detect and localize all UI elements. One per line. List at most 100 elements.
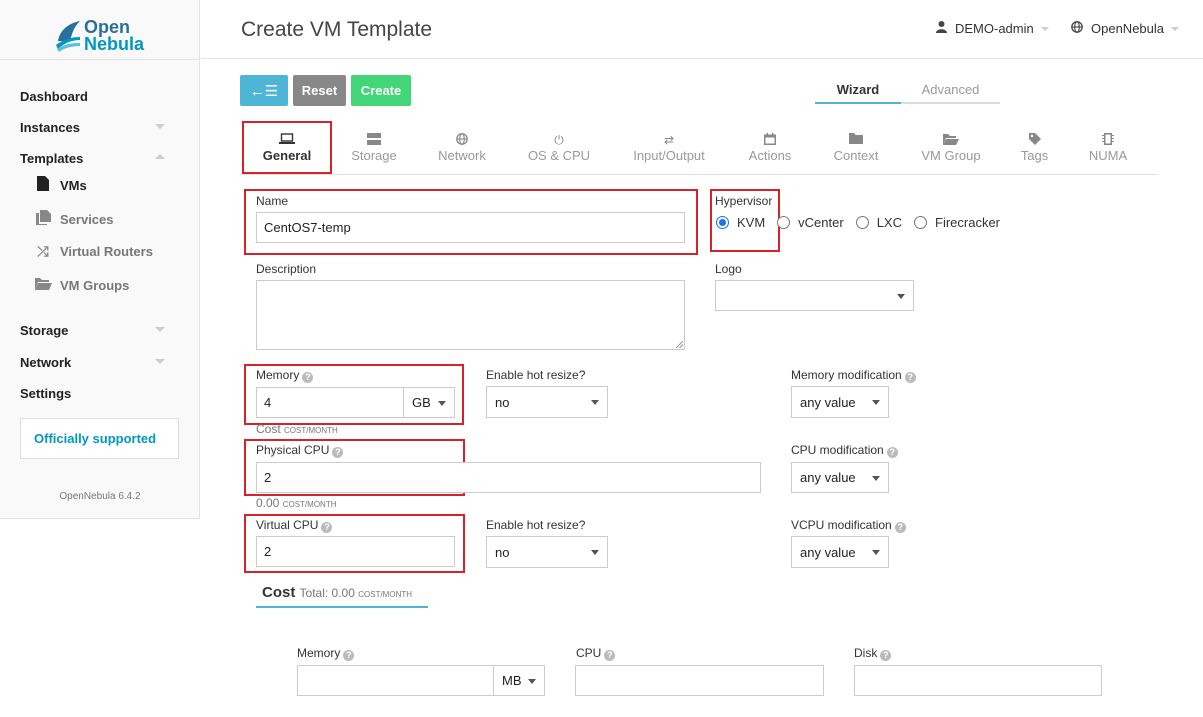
tab-vm-group[interactable]: VM Group (913, 133, 989, 163)
virtual-cpu-input[interactable]: 2 (256, 536, 455, 567)
help-icon[interactable]: ? (302, 372, 314, 383)
hot-resize-label: Enable hot resize? (486, 368, 586, 382)
physical-cpu-input[interactable]: 2 (256, 462, 761, 493)
resize-handle[interactable] (676, 341, 683, 348)
reset-button[interactable]: Reset (293, 75, 346, 106)
cost-disk-text: Disk (854, 646, 878, 660)
logo-select[interactable] (715, 280, 914, 311)
vcpu-modification-text: VCPU modification (791, 518, 892, 532)
radio-label: KVM (737, 215, 766, 230)
radio-firecracker[interactable] (914, 216, 927, 229)
tab-os-cpu[interactable]: ⏻ OS & CPU (524, 133, 594, 163)
tab-numa[interactable]: NUMA (1082, 133, 1134, 163)
memory-input[interactable]: 4 (256, 387, 404, 418)
cpu-modification-text: CPU modification (791, 443, 884, 457)
radio-label: vCenter (798, 215, 844, 230)
vcpu-modification-select[interactable]: any value (791, 536, 889, 568)
memory-hot-resize-select[interactable]: no (486, 386, 608, 418)
radio-label: Firecracker (935, 215, 1001, 230)
tab-wizard[interactable]: Wizard (815, 82, 901, 104)
tab-context[interactable]: Context (826, 133, 886, 163)
logo-line-nebula: Nebula (84, 34, 145, 54)
help-icon[interactable]: ? (332, 447, 344, 458)
name-input[interactable]: CentOS7-temp (256, 212, 685, 243)
memory-cost-text: Cost (256, 422, 281, 436)
memory-modification-select[interactable]: any value (791, 386, 889, 418)
help-icon[interactable]: ? (894, 522, 906, 533)
header: Create VM Template DEMO-admin OpenNebula (201, 0, 1203, 59)
physical-cpu-label: Physical CPU? (256, 443, 344, 458)
cpu-cost-text: 0.00 (256, 496, 280, 510)
tab-input-output[interactable]: ⇄ Input/Output (624, 133, 714, 163)
help-icon[interactable]: ? (886, 447, 898, 458)
globe-icon (432, 133, 492, 147)
sidebar: Open Nebula Dashboard Instances Template… (0, 0, 200, 519)
radio-label: LXC (876, 215, 902, 230)
cost-disk-input[interactable] (854, 665, 1102, 696)
help-icon[interactable]: ? (904, 372, 916, 383)
tab-tags[interactable]: Tags (1012, 133, 1057, 163)
sidebar-item-storage[interactable]: Storage (20, 323, 68, 338)
sidebar-item-settings[interactable]: Settings (20, 386, 71, 401)
tab-actions[interactable]: Actions (740, 133, 800, 163)
tab-label: Context (833, 148, 879, 163)
cost-cpu-input[interactable] (575, 665, 824, 696)
radio-vcenter[interactable] (777, 216, 791, 229)
tabs-divider (240, 174, 1158, 175)
virtual-cpu-text: Virtual CPU (256, 518, 319, 532)
help-icon[interactable]: ? (343, 650, 355, 661)
tab-advanced[interactable]: Advanced (901, 82, 1000, 104)
radio-kvm[interactable] (716, 216, 729, 229)
sidebar-item-vms[interactable]: VMs (34, 176, 87, 194)
chevron-down-icon (155, 327, 165, 332)
user-menu[interactable]: DEMO-admin (936, 21, 1049, 36)
logo-icon (54, 19, 82, 53)
sidebar-item-network[interactable]: Network (20, 355, 71, 370)
tab-label: Actions (748, 148, 792, 163)
sidebar-item-dashboard[interactable]: Dashboard (20, 89, 88, 104)
back-to-list-button[interactable]: ←☰ (240, 75, 288, 106)
help-icon[interactable]: ? (604, 650, 616, 661)
cost-section-title[interactable]: Cost Total: 0.00 COST/MONTH (262, 584, 412, 601)
create-button[interactable]: Create (351, 75, 411, 106)
file-icon (34, 176, 52, 194)
version-label: OpenNebula 6.4.2 (59, 491, 141, 502)
folder-open-icon (913, 133, 989, 147)
virtual-cpu-label: Virtual CPU? (256, 518, 333, 533)
cost-unit: COST/MONTH (358, 590, 413, 599)
hypervisor-radio-group: KVM vCenter LXC Firecracker (716, 215, 1012, 230)
cost-memory-input[interactable] (297, 665, 494, 696)
sidebar-item-label: Services (60, 211, 114, 227)
cpu-modification-select[interactable]: any value (791, 462, 889, 493)
vcpu-hot-resize-select[interactable]: no (486, 536, 608, 568)
chip-icon (1082, 133, 1134, 147)
description-textarea[interactable] (256, 280, 685, 350)
sidebar-item-vm-groups[interactable]: VM Groups (34, 277, 129, 293)
sidebar-item-instances[interactable]: Instances (20, 120, 80, 135)
cost-cpu-text: CPU (576, 646, 602, 660)
user-name: DEMO-admin (955, 21, 1034, 36)
cost-unit: COST/MONTH (284, 426, 338, 435)
cpu-modification-label: CPU modification? (791, 443, 898, 458)
sidebar-item-templates[interactable]: Templates (20, 151, 83, 166)
chevron-up-icon (155, 154, 165, 159)
cost-memory-unit-select[interactable]: MB (493, 665, 545, 696)
help-icon[interactable]: ? (880, 650, 892, 661)
zone-menu[interactable]: OpenNebula (1071, 21, 1179, 36)
officially-supported-link[interactable]: Officially supported (20, 418, 179, 459)
sidebar-item-virtual-routers[interactable]: ⤮ Virtual Routers (34, 243, 153, 260)
cost-tab-underline (256, 606, 428, 608)
opennebula-logo[interactable]: Open Nebula (54, 16, 154, 56)
memory-label-text: Memory (256, 368, 300, 382)
user-icon (936, 21, 947, 36)
tab-storage[interactable]: Storage (344, 133, 404, 163)
sidebar-item-services[interactable]: Services (34, 210, 114, 228)
radio-lxc[interactable] (855, 216, 869, 229)
logo-text: Open Nebula (84, 18, 145, 54)
tab-network[interactable]: Network (432, 133, 492, 163)
help-icon[interactable]: ? (321, 522, 333, 533)
tab-label: OS & CPU (527, 148, 591, 163)
power-icon: ⏻ (554, 133, 564, 147)
logo-label: Logo (715, 262, 742, 276)
memory-unit-select[interactable]: GB (403, 387, 455, 418)
